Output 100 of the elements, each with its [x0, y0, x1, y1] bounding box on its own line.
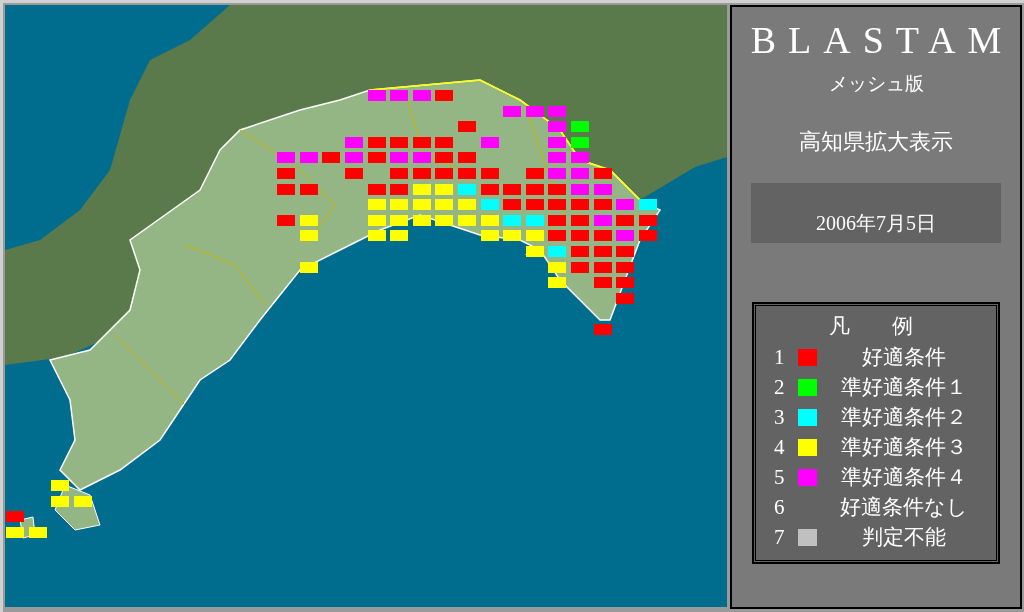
mesh-cell	[277, 214, 296, 226]
mesh-cell	[571, 214, 589, 226]
mesh-cell	[435, 214, 454, 226]
mesh-cell	[345, 136, 363, 148]
mesh-cell	[367, 199, 386, 211]
legend-number: 4	[774, 434, 786, 460]
mesh-cell	[525, 214, 544, 226]
mesh-cell	[367, 214, 386, 226]
mesh-cell	[412, 168, 431, 179]
mesh-cell	[548, 105, 567, 117]
mesh-cell	[299, 261, 318, 273]
mesh-cell	[593, 230, 612, 242]
legend-number: 6	[774, 494, 786, 520]
mesh-cell	[345, 152, 363, 164]
legend-label: 好適条件	[861, 344, 947, 371]
mesh-cell	[322, 152, 341, 164]
mesh-cell	[616, 214, 635, 226]
mesh-cell	[299, 152, 318, 164]
mesh-cell	[571, 136, 589, 148]
mesh-cell	[548, 214, 567, 226]
mesh-cell	[548, 261, 567, 273]
mesh-cell	[435, 152, 454, 164]
legend-number: 7	[774, 524, 786, 550]
mesh-cell	[367, 183, 386, 195]
mesh-cell	[480, 230, 499, 242]
mesh-cell	[435, 168, 454, 179]
mesh-cell	[525, 246, 544, 257]
mesh-cell	[525, 230, 544, 242]
mesh-cell	[6, 526, 24, 538]
legend-label: 準好適条件３	[840, 434, 968, 461]
mesh-cell	[503, 199, 522, 211]
mesh-cell	[480, 199, 499, 211]
mesh-cell	[548, 136, 567, 148]
mesh-cell	[390, 168, 409, 179]
mesh-cell	[277, 168, 296, 179]
mesh-cell	[548, 230, 567, 242]
mesh-cell	[458, 183, 476, 195]
mesh-cell	[277, 152, 296, 164]
mesh-cell	[480, 214, 499, 226]
mesh-cell	[412, 214, 431, 226]
mesh-cell	[299, 230, 318, 242]
mesh-cell	[525, 105, 544, 117]
view-label: 高知県拡大表示	[799, 128, 953, 156]
mesh-cell	[548, 277, 567, 289]
mesh-cell	[458, 199, 476, 211]
mesh-cell	[458, 168, 476, 179]
mesh-cell	[525, 199, 544, 211]
mesh-cell	[480, 183, 499, 195]
mesh-cell	[638, 199, 657, 211]
mesh-cell	[390, 90, 409, 101]
mesh-cell	[616, 230, 635, 242]
mesh-cell	[616, 292, 635, 304]
mesh-cell	[503, 230, 522, 242]
mesh-cell	[412, 199, 431, 211]
mesh-cell	[412, 183, 431, 195]
mesh-cell	[28, 526, 47, 538]
edition-label: メッシュ版	[828, 72, 924, 96]
mesh-cell	[593, 261, 612, 273]
mesh-cell	[390, 199, 409, 211]
mesh-cell	[367, 230, 386, 242]
mesh-cell	[548, 246, 567, 257]
mesh-cell	[593, 324, 612, 335]
mesh-cell	[548, 121, 567, 133]
mesh-cell	[6, 511, 24, 523]
mesh-cell	[412, 90, 431, 101]
mesh-cell	[571, 168, 589, 179]
mesh-cell	[593, 183, 612, 195]
mesh-cell	[480, 168, 499, 179]
mesh-cell	[571, 199, 589, 211]
mesh-cell	[367, 152, 386, 164]
legend-number: 1	[774, 344, 786, 370]
mesh-cell	[593, 246, 612, 257]
mesh-cell	[571, 183, 589, 195]
mesh-cell	[277, 183, 296, 195]
mesh-cell	[390, 230, 409, 242]
app-title: BLASTAM	[750, 21, 1014, 59]
mesh-cell	[593, 277, 612, 289]
mesh-cell	[638, 230, 657, 242]
mesh-cell	[412, 136, 431, 148]
mesh-cell	[548, 183, 567, 195]
mesh-cell	[503, 183, 522, 195]
mesh-cell	[299, 183, 318, 195]
mesh-cell	[458, 152, 476, 164]
mesh-cell	[73, 495, 92, 507]
mesh-cell	[593, 168, 612, 179]
legend-title: 凡 例	[828, 313, 914, 340]
mesh-cell	[435, 183, 454, 195]
mesh-cell	[367, 90, 386, 101]
mesh-cell	[299, 214, 318, 226]
mesh-cell	[571, 230, 589, 242]
mesh-cell	[571, 121, 589, 133]
mesh-cell	[638, 214, 657, 226]
mesh-cell	[390, 136, 409, 148]
mesh-cell	[435, 136, 454, 148]
mesh-cell	[503, 105, 522, 117]
mesh-cell	[412, 152, 431, 164]
mesh-cell	[51, 480, 70, 491]
mesh-cell	[616, 199, 635, 211]
mesh-cell	[616, 246, 635, 257]
mesh-cell	[503, 214, 522, 226]
